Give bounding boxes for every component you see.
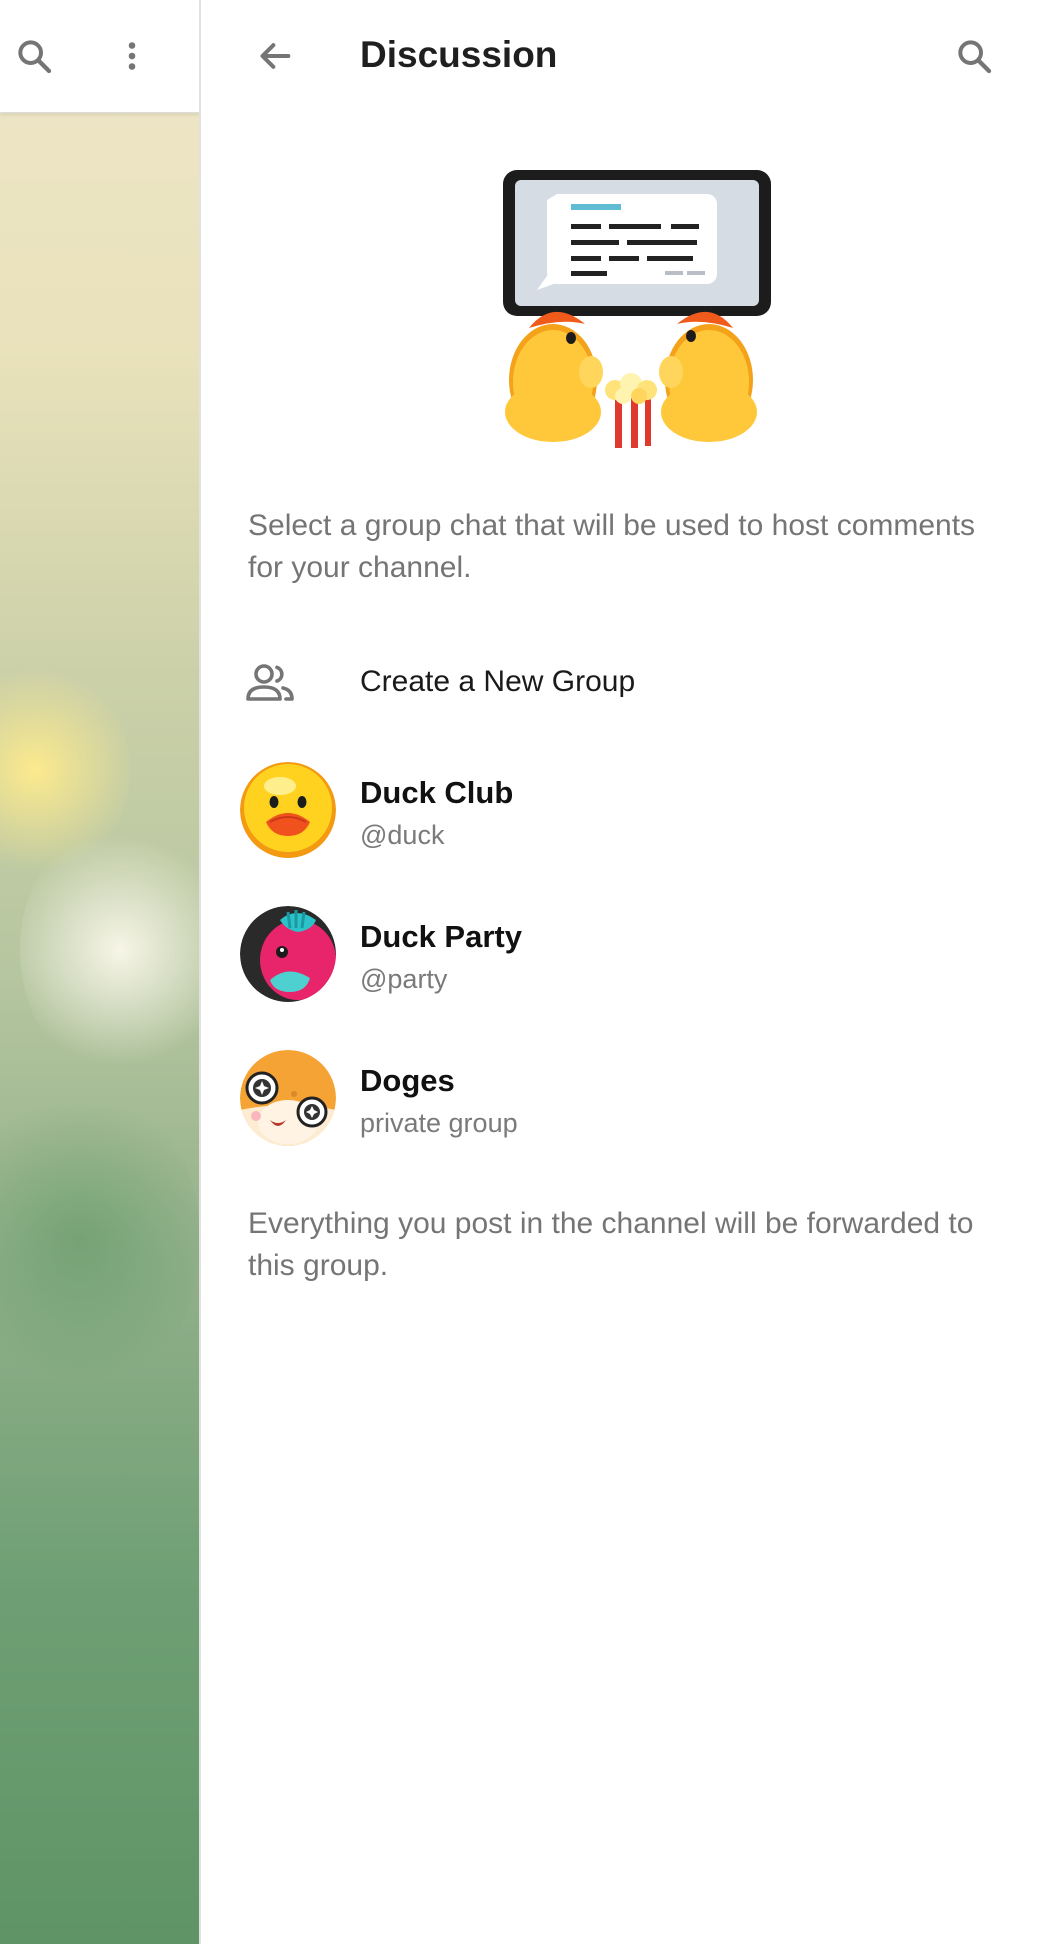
header: Discussion xyxy=(201,0,1040,112)
avatar xyxy=(240,1050,336,1146)
create-new-group-button[interactable]: Create a New Group xyxy=(201,638,1040,728)
group-username: @party xyxy=(360,964,448,994)
page-title: Discussion xyxy=(360,34,558,75)
search-icon[interactable] xyxy=(946,28,1002,84)
intro-text: Select a group chat that will be used to… xyxy=(248,509,976,584)
search-icon[interactable] xyxy=(4,28,64,84)
group-type: private group xyxy=(360,1108,518,1138)
footer-text: Everything you post in the channel will … xyxy=(248,1207,974,1282)
background-toolbar xyxy=(0,0,200,113)
group-name: Doges xyxy=(360,1063,455,1098)
discussion-illustration xyxy=(481,160,781,460)
group-username: @duck xyxy=(360,820,445,850)
create-new-group-label: Create a New Group xyxy=(360,665,636,698)
wallpaper-blur xyxy=(0,1080,200,1400)
avatar xyxy=(240,906,336,1002)
list-item[interactable]: Duck Party @party xyxy=(201,889,1040,1019)
group-name: Duck Party xyxy=(360,919,522,954)
group-name: Duck Club xyxy=(360,775,514,810)
wallpaper-blur xyxy=(20,820,200,1080)
discussion-pane: Discussion Select a group chat that will… xyxy=(201,0,1040,1944)
list-item[interactable]: Duck Club @duck xyxy=(201,745,1040,875)
background-chat-pane xyxy=(0,0,200,1944)
arrow-left-icon[interactable] xyxy=(247,30,303,82)
list-item[interactable]: Doges private group xyxy=(201,1033,1040,1163)
avatar xyxy=(240,762,336,858)
more-vertical-icon[interactable] xyxy=(104,28,160,84)
group-icon xyxy=(243,658,297,708)
